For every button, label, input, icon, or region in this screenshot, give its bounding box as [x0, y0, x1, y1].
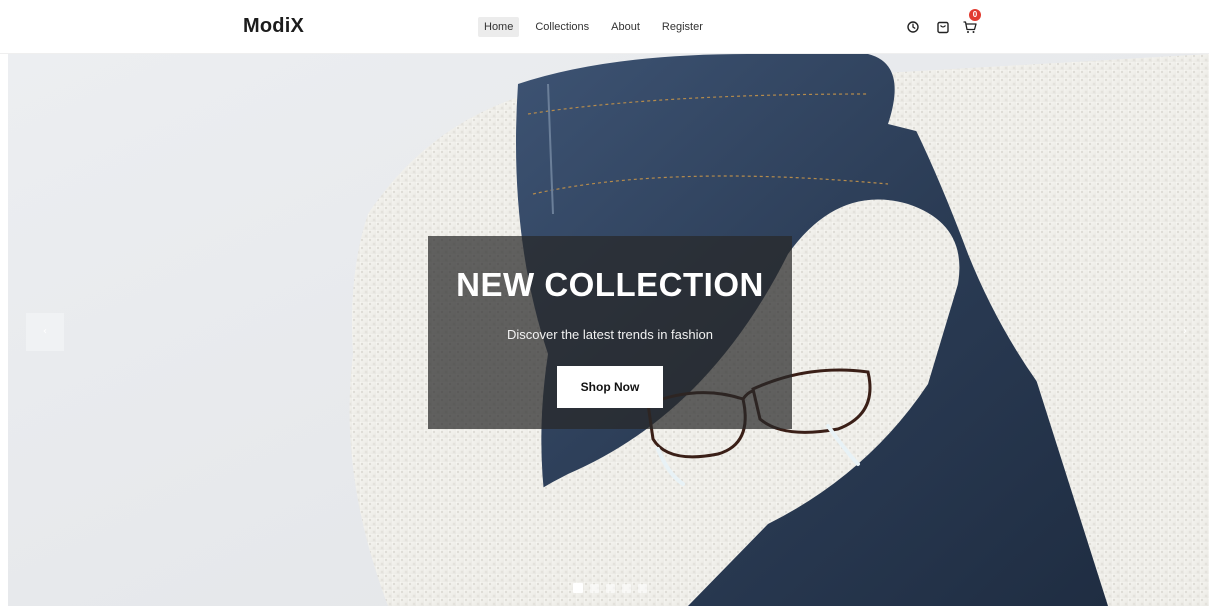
cart-count-badge: 0: [969, 9, 981, 21]
carousel-dot-3[interactable]: [606, 583, 615, 593]
site-header: ModiX Home Collections About Register 0: [0, 0, 1209, 54]
carousel-dot-4[interactable]: [622, 583, 631, 593]
shopping-bag-icon[interactable]: [934, 18, 952, 36]
carousel-next-arrow[interactable]: ›: [1166, 313, 1204, 351]
nav-item-register[interactable]: Register: [656, 17, 709, 37]
hero-title: NEW COLLECTION: [456, 266, 764, 303]
brand-logo[interactable]: ModiX: [243, 15, 304, 38]
carousel-dot-1[interactable]: [573, 583, 583, 593]
carousel-dot-2[interactable]: [590, 583, 599, 593]
carousel-indicators: [573, 583, 654, 593]
shop-now-button[interactable]: Shop Now: [557, 366, 663, 408]
nav-item-home[interactable]: Home: [478, 17, 520, 37]
nav-item-collections[interactable]: Collections: [529, 17, 595, 37]
nav-item-about[interactable]: About: [605, 17, 646, 37]
carousel-prev-arrow[interactable]: ‹: [26, 313, 64, 351]
hero-carousel: NEW COLLECTION Discover the latest trend…: [8, 54, 1209, 606]
hero-caption: NEW COLLECTION Discover the latest trend…: [428, 236, 792, 429]
main-nav: Home Collections About Register: [478, 16, 719, 38]
carousel-dot-5[interactable]: [638, 583, 647, 593]
hero-subtitle: Discover the latest trends in fashion: [507, 327, 713, 342]
clock-icon[interactable]: [904, 18, 922, 36]
